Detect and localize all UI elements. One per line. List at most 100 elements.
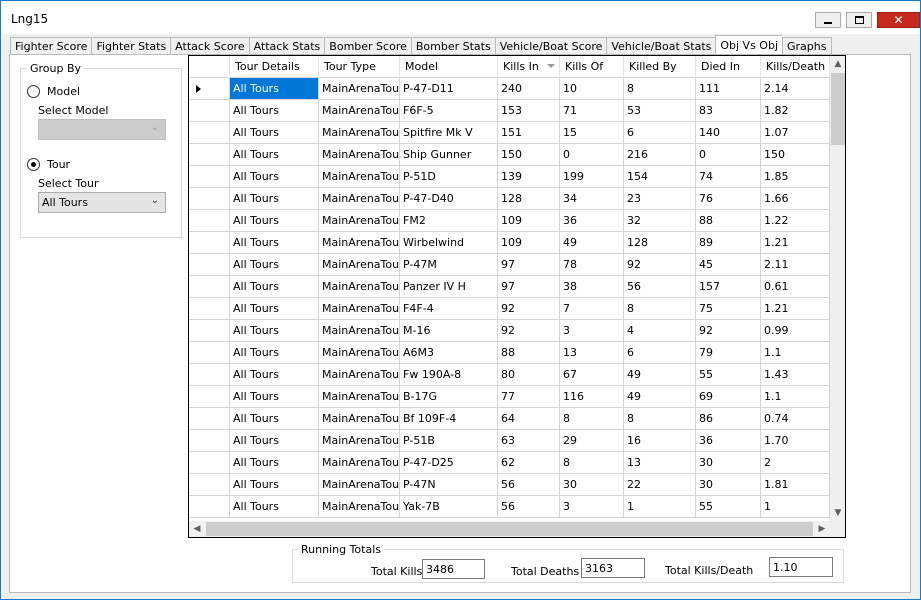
table-cell[interactable]: 128: [624, 232, 696, 254]
table-cell[interactable]: 150: [498, 144, 560, 166]
table-cell[interactable]: All Tours: [230, 386, 319, 408]
tour-radio[interactable]: [27, 158, 40, 171]
row-header[interactable]: [189, 364, 230, 386]
table-cell[interactable]: Yak-7B: [400, 496, 498, 518]
table-cell[interactable]: MainArenaTour: [319, 386, 400, 408]
table-cell[interactable]: All Tours: [230, 78, 319, 100]
vertical-scrollbar[interactable]: ▲ ▼: [830, 56, 845, 521]
tab-bomber-stats[interactable]: Bomber Stats: [410, 37, 495, 55]
table-cell[interactable]: 78: [560, 254, 624, 276]
row-header[interactable]: [189, 144, 230, 166]
table-cell[interactable]: 75: [696, 298, 761, 320]
table-row[interactable]: All Tours MainArenaTour Bf 109F-4 64 8 8 86 0.7…: [189, 408, 830, 430]
table-cell[interactable]: 92: [498, 298, 560, 320]
column-header-killed-by[interactable]: Killed By: [624, 56, 696, 78]
table-cell[interactable]: 71: [560, 100, 624, 122]
table-cell[interactable]: 8: [560, 452, 624, 474]
grid-header-corner[interactable]: [189, 56, 230, 78]
table-cell[interactable]: 22: [624, 474, 696, 496]
tab-attack-score[interactable]: Attack Score: [170, 37, 249, 55]
model-radio-label[interactable]: Model: [47, 85, 80, 98]
table-cell[interactable]: 92: [696, 320, 761, 342]
table-cell[interactable]: 151: [498, 122, 560, 144]
table-cell[interactable]: 86: [696, 408, 761, 430]
table-cell[interactable]: 34: [560, 188, 624, 210]
table-cell[interactable]: 109: [498, 232, 560, 254]
table-cell[interactable]: All Tours: [230, 254, 319, 276]
table-cell[interactable]: Ship Gunner: [400, 144, 498, 166]
table-cell[interactable]: MainArenaTour: [319, 232, 400, 254]
total-kills-field[interactable]: 3486: [422, 559, 485, 579]
table-row[interactable]: All Tours MainArenaTour Ship Gunner 150 0 216…: [189, 144, 830, 166]
table-cell[interactable]: 92: [498, 320, 560, 342]
table-cell[interactable]: 1.1: [761, 342, 830, 364]
tab-attack-stats[interactable]: Attack Stats: [248, 37, 325, 55]
table-cell[interactable]: All Tours: [230, 430, 319, 452]
table-cell[interactable]: 79: [696, 342, 761, 364]
table-cell[interactable]: 76: [696, 188, 761, 210]
table-cell[interactable]: 2.11: [761, 254, 830, 276]
close-button[interactable]: ✕: [877, 12, 920, 28]
table-cell[interactable]: 8: [624, 408, 696, 430]
tab-bomber-score[interactable]: Bomber Score: [324, 37, 411, 55]
table-cell[interactable]: MainArenaTour: [319, 298, 400, 320]
table-row[interactable]: All Tours MainArenaTour M-16 92 3 4 92 0.99: [189, 320, 830, 342]
table-row[interactable]: All Tours MainArenaTour Panzer IV H 97 38 56 1…: [189, 276, 830, 298]
scroll-left-icon[interactable]: ◀: [189, 521, 205, 537]
table-cell[interactable]: MainArenaTour: [319, 78, 400, 100]
row-header[interactable]: [189, 276, 230, 298]
row-header[interactable]: [189, 408, 230, 430]
table-row[interactable]: All Tours MainArenaTour P-47-D25 62 8 13 30 2: [189, 452, 830, 474]
table-cell[interactable]: 89: [696, 232, 761, 254]
table-cell[interactable]: 36: [560, 210, 624, 232]
table-row[interactable]: All Tours MainArenaTour P-47N 56 30 22 30 1.81: [189, 474, 830, 496]
select-tour-dropdown[interactable]: All Tours ⌄: [38, 192, 166, 213]
table-cell[interactable]: All Tours: [230, 188, 319, 210]
table-cell[interactable]: All Tours: [230, 408, 319, 430]
table-cell[interactable]: 8: [624, 78, 696, 100]
table-cell[interactable]: 216: [624, 144, 696, 166]
table-cell[interactable]: MainArenaTour: [319, 496, 400, 518]
table-row[interactable]: All Tours MainArenaTour B-17G 77 116 49 69 1.1: [189, 386, 830, 408]
column-header-tour-type[interactable]: Tour Type: [319, 56, 400, 78]
column-header-died-in[interactable]: Died In: [696, 56, 761, 78]
table-cell[interactable]: 63: [498, 430, 560, 452]
tab-obj-vs-obj[interactable]: Obj Vs Obj: [715, 35, 783, 55]
table-cell[interactable]: 29: [560, 430, 624, 452]
table-cell[interactable]: All Tours: [230, 320, 319, 342]
model-radio[interactable]: [27, 85, 40, 98]
tab-fighter-score[interactable]: Fighter Score: [10, 37, 92, 55]
table-cell[interactable]: P-51B: [400, 430, 498, 452]
row-header[interactable]: [189, 166, 230, 188]
table-cell[interactable]: 13: [624, 452, 696, 474]
table-cell[interactable]: MainArenaTour: [319, 100, 400, 122]
table-cell[interactable]: Bf 109F-4: [400, 408, 498, 430]
table-row[interactable]: All Tours MainArenaTour F4F-4 92 7 8 75 1.21: [189, 298, 830, 320]
column-header-kills-of[interactable]: Kills Of: [560, 56, 624, 78]
table-cell[interactable]: 111: [696, 78, 761, 100]
table-cell[interactable]: 55: [696, 364, 761, 386]
scroll-up-icon[interactable]: ▲: [830, 56, 845, 72]
row-header[interactable]: [189, 386, 230, 408]
table-cell[interactable]: MainArenaTour: [319, 254, 400, 276]
row-header[interactable]: [189, 430, 230, 452]
table-cell[interactable]: M-16: [400, 320, 498, 342]
row-header[interactable]: [189, 298, 230, 320]
table-cell[interactable]: 30: [560, 474, 624, 496]
table-cell[interactable]: 53: [624, 100, 696, 122]
table-cell[interactable]: 49: [560, 232, 624, 254]
table-cell[interactable]: 1.85: [761, 166, 830, 188]
row-header[interactable]: [189, 342, 230, 364]
row-header[interactable]: [189, 320, 230, 342]
table-cell[interactable]: 6: [624, 342, 696, 364]
table-row[interactable]: All Tours MainArenaTour P-51B 63 29 16 36 1.70: [189, 430, 830, 452]
table-cell[interactable]: MainArenaTour: [319, 364, 400, 386]
obj-vs-obj-grid[interactable]: Tour Details Tour Type Model Kills In Kills …: [188, 55, 846, 538]
table-cell[interactable]: MainArenaTour: [319, 408, 400, 430]
table-cell[interactable]: 49: [624, 364, 696, 386]
table-cell[interactable]: P-47-D11: [400, 78, 498, 100]
table-cell[interactable]: P-47-D25: [400, 452, 498, 474]
table-cell[interactable]: All Tours: [230, 166, 319, 188]
table-cell[interactable]: 1.07: [761, 122, 830, 144]
table-cell[interactable]: Panzer IV H: [400, 276, 498, 298]
